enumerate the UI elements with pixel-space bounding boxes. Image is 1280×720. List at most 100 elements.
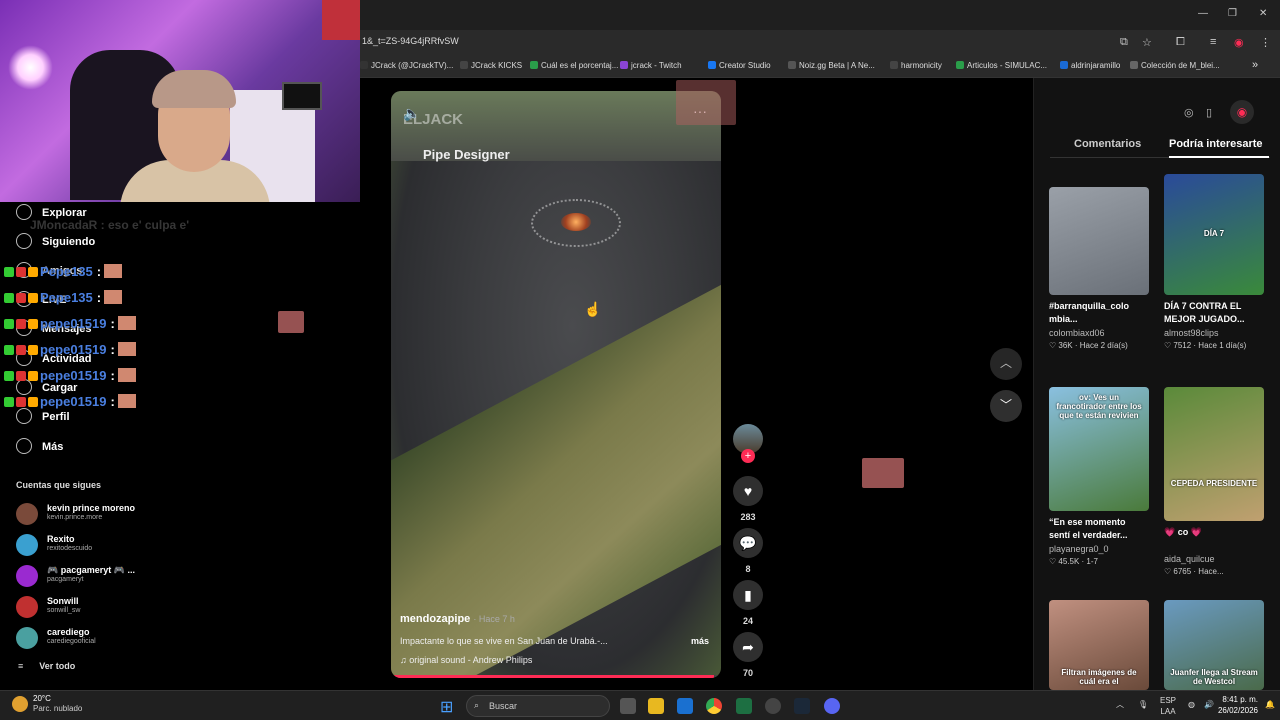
avatar	[16, 503, 38, 525]
video-card-title[interactable]: “En ese momento sentí el verdader...	[1049, 516, 1149, 542]
video-card-user[interactable]: playanegra0_0	[1049, 544, 1149, 554]
chrome-icon[interactable]	[706, 698, 722, 714]
video-card-title[interactable]: 💗 co 💗	[1164, 526, 1264, 552]
mute-icon[interactable]: 🔈	[403, 105, 420, 122]
bookmarks-overflow-icon[interactable]: »	[1252, 59, 1258, 71]
video-card-user[interactable]: colombiaxd06	[1049, 328, 1149, 338]
bookmark-item[interactable]: jcrack - Twitch	[620, 61, 682, 70]
video-progress-bar[interactable]	[391, 675, 721, 678]
video-card[interactable]: Juanfer llega al Stream de Westcol	[1164, 600, 1264, 690]
file-explorer-icon[interactable]	[648, 698, 664, 714]
sidebar-item-siguiendo[interactable]: Siguiendo	[16, 233, 95, 249]
weather-icon[interactable]	[12, 696, 28, 712]
bookmark-item[interactable]: Articulos - SIMULAC...	[956, 61, 1047, 70]
followed-account[interactable]: kevin prince moreno kevin.prince.more	[16, 503, 216, 527]
tray-chevron-icon[interactable]: ︿	[1116, 699, 1124, 710]
video-card-user[interactable]: aida_quilcue	[1164, 554, 1264, 564]
bookmark-item[interactable]: Colección de M_blei...	[1130, 61, 1220, 70]
menu-icon[interactable]: ⋮	[1260, 36, 1271, 49]
save-action[interactable]: ▮ 24	[733, 580, 763, 626]
video-card-stats: ♡ 36K · Hace 2 día(s)	[1049, 341, 1128, 350]
volume-icon[interactable]: 🔊	[1204, 699, 1214, 710]
video-thumbnail[interactable]: CEPEDA PRESIDENTE	[1164, 387, 1264, 521]
video-card[interactable]: Filtran imágenes de cuál era el	[1049, 600, 1149, 690]
sidebar-item-más[interactable]: Más	[16, 438, 63, 454]
bookmark-item[interactable]: Noiz.gg Beta | A Ne...	[788, 61, 875, 70]
heart-icon[interactable]: ♥	[733, 476, 763, 506]
share-icon[interactable]: ➦	[733, 632, 763, 662]
video-thumbnail[interactable]: DÍA 7	[1164, 174, 1264, 295]
extensions-icon[interactable]: ⧠	[1176, 36, 1185, 49]
video-card[interactable]: CEPEDA PRESIDENTE 💗 co 💗 aida_quilcue ♡ 676…	[1164, 387, 1264, 576]
bookmark-item[interactable]: harmonicity	[890, 61, 942, 70]
description-more-button[interactable]: más	[691, 636, 709, 646]
bookmark-icon[interactable]: ▮	[733, 580, 763, 610]
weather-temp[interactable]: 20°C	[33, 694, 82, 704]
previous-video-button[interactable]: ︿	[990, 348, 1022, 380]
video-card-title[interactable]: #barranquilla_colo mbia...	[1049, 300, 1149, 326]
video-thumbnail[interactable]: ov: Ves un francotirador entre los que t…	[1049, 387, 1149, 511]
followed-account[interactable]: carediego carediegooficial	[16, 627, 216, 651]
address-bar[interactable]: 1&_t=ZS-94G4jRRfvSW ⧉ ☆ ⧠ ≡ ◉ ⋮	[360, 30, 1280, 56]
share-action[interactable]: ➦ 70	[733, 632, 763, 678]
bookmark-item[interactable]: Creator Studio	[708, 61, 771, 70]
video-sound[interactable]: ♫ original sound - Andrew Philips	[400, 655, 532, 665]
followed-account[interactable]: Sonwill sonwill_sw	[16, 596, 216, 620]
author-name[interactable]: mendozapipe	[400, 613, 470, 625]
discord-icon[interactable]	[824, 698, 840, 714]
device-icon[interactable]: ▯	[1206, 106, 1212, 119]
profile-icon[interactable]: ◉	[1234, 36, 1244, 49]
bookmark-favicon-icon	[620, 61, 628, 69]
tab-comments[interactable]: Comentarios	[1074, 138, 1141, 150]
see-all-link[interactable]: ≡ Ver todo	[18, 661, 75, 671]
video-author[interactable]: mendozapipe · Hace 7 h	[400, 613, 515, 625]
followed-account[interactable]: 🎮 pacgameryt 🎮 ... pacgameryt	[16, 565, 216, 589]
video-card-title[interactable]: DÍA 7 CONTRA EL MEJOR JUGADO...	[1164, 300, 1264, 326]
video-thumbnail[interactable]: Juanfer llega al Stream de Westcol	[1164, 600, 1264, 690]
close-icon[interactable]: ✕	[1259, 8, 1267, 19]
maximize-icon[interactable]: ❐	[1228, 8, 1237, 19]
language-indicator[interactable]: ESP LAA	[1160, 695, 1176, 717]
notification-icon[interactable]: 🔔	[1265, 699, 1275, 710]
video-card[interactable]: DÍA 7 DÍA 7 CONTRA EL MEJOR JUGADO... almo…	[1164, 174, 1264, 350]
outlook-icon[interactable]	[677, 698, 693, 714]
next-video-button[interactable]: ﹀	[990, 390, 1022, 422]
following-title: Cuentas que sigues	[16, 480, 102, 490]
follow-plus-icon[interactable]: +	[741, 449, 755, 463]
windows-start-icon[interactable]: ⊞	[440, 697, 453, 717]
steam-icon[interactable]	[794, 698, 810, 714]
video-card-user[interactable]: almost98clips	[1164, 328, 1264, 338]
bookmark-item[interactable]: JCrack (@JCrackTV)...	[360, 61, 453, 70]
media-icon[interactable]: ≡	[1210, 36, 1216, 48]
url-text[interactable]: 1&_t=ZS-94G4jRRfvSW	[362, 36, 459, 46]
video-card[interactable]: ov: Ves un francotirador entre los que t…	[1049, 387, 1149, 566]
task-view-icon[interactable]	[620, 698, 636, 714]
compass-small-icon[interactable]: ◎	[1184, 106, 1194, 119]
microphone-icon[interactable]: 🎙	[1138, 699, 1148, 710]
network-icon[interactable]: ◍	[1188, 699, 1195, 710]
video-card[interactable]: #barranquilla_colo mbia... colombiaxd06 ♡ …	[1049, 187, 1149, 350]
like-action[interactable]: ♥ 283	[733, 476, 763, 522]
followed-account[interactable]: Rexito rexitodescuido	[16, 534, 216, 558]
star-icon[interactable]: ☆	[1142, 36, 1152, 49]
video-player[interactable]: ELJACK Pipe Designer 🔈 ··· mendozapipe ·…	[391, 91, 721, 678]
sidebar-item-perfil[interactable]: Perfil	[16, 408, 70, 424]
comment-action[interactable]: 💬 8	[733, 528, 763, 574]
bookmark-item[interactable]: aldrinjaramillo	[1060, 61, 1120, 70]
comment-icon[interactable]: 💬	[733, 528, 763, 558]
bookmark-item[interactable]: JCrack KICKS	[460, 61, 522, 70]
system-clock[interactable]: 8:41 p. m. 26/02/2026	[1218, 694, 1258, 716]
video-thumbnail[interactable]: Filtran imágenes de cuál era el	[1049, 600, 1149, 690]
bookmark-item[interactable]: Cuál es el porcentaj...	[530, 61, 618, 70]
chat-badge-icon	[4, 293, 14, 303]
obs-icon[interactable]	[765, 698, 781, 714]
excel-icon[interactable]	[736, 698, 752, 714]
tab-recommended[interactable]: Podría interesarte	[1169, 138, 1263, 150]
video-thumbnail[interactable]	[1049, 187, 1149, 295]
taskbar-search[interactable]: ⌕ Buscar	[466, 695, 610, 717]
minimize-icon[interactable]: —	[1198, 8, 1208, 19]
profile-avatar-icon[interactable]: ◉	[1230, 100, 1254, 124]
cast-icon[interactable]: ⧉	[1120, 36, 1128, 49]
chat-badge-icon	[16, 267, 26, 277]
lang-layout-label: LAA	[1160, 707, 1176, 716]
